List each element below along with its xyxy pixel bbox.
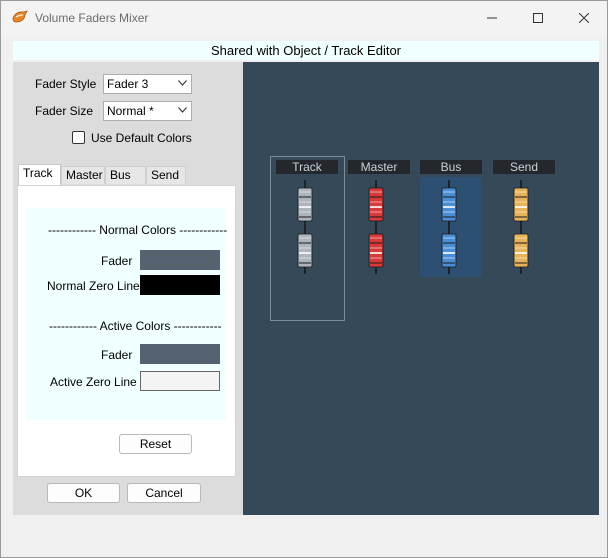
fader-knob-bottom — [441, 233, 457, 268]
active-zero-line-color-swatch[interactable] — [140, 371, 220, 391]
close-button[interactable] — [561, 1, 607, 35]
normal-zero-line-label: Normal Zero Line — [47, 279, 140, 293]
app-icon — [12, 10, 28, 23]
close-icon — [579, 13, 589, 23]
fader-knob-bottom — [513, 233, 529, 268]
mixer-window: Volume Faders Mixer Shared with Object /… — [0, 0, 608, 558]
normal-fader-label: Fader — [101, 254, 133, 268]
title-bar[interactable]: Volume Faders Mixer — [1, 1, 607, 35]
fader-preview-bus — [441, 180, 457, 274]
fader-knob-top — [441, 187, 457, 222]
group-label-track[interactable]: Track — [276, 160, 338, 174]
fader-knob-bottom — [368, 233, 384, 268]
active-fader-color-swatch[interactable] — [140, 344, 220, 364]
chevron-down-icon — [178, 80, 187, 86]
cancel-button[interactable]: Cancel — [127, 483, 201, 503]
use-default-colors-checkbox[interactable] — [72, 131, 85, 144]
fader-style-dropdown[interactable]: Fader 3 — [103, 74, 192, 94]
maximize-button[interactable] — [515, 1, 561, 35]
minimize-icon — [487, 17, 497, 19]
fader-knob-bottom — [297, 233, 313, 268]
group-label-bus[interactable]: Bus — [420, 160, 482, 174]
use-default-colors-label[interactable]: Use Default Colors — [91, 131, 192, 145]
fader-preview-track — [297, 180, 313, 274]
tab-send[interactable]: Send — [146, 166, 186, 184]
fader-preview-send — [513, 180, 529, 274]
active-fader-label: Fader — [101, 348, 133, 362]
minimize-button[interactable] — [469, 1, 515, 35]
maximize-icon — [533, 13, 543, 23]
chevron-down-icon — [178, 107, 187, 113]
normal-fader-color-swatch[interactable] — [140, 250, 220, 270]
active-zero-line-label: Active Zero Line — [50, 375, 137, 389]
normal-colors-header: ------------ Normal Colors ------------ — [48, 223, 228, 237]
window-title: Volume Faders Mixer — [35, 11, 149, 25]
fader-style-value: Fader 3 — [107, 77, 149, 91]
fader-size-value: Normal * — [107, 104, 154, 118]
reset-button[interactable]: Reset — [119, 434, 192, 454]
group-label-master[interactable]: Master — [348, 160, 410, 174]
fader-size-dropdown[interactable]: Normal * — [103, 101, 192, 121]
fader-knob-top — [368, 187, 384, 222]
tab-track[interactable]: Track — [18, 164, 61, 186]
group-label-send[interactable]: Send — [493, 160, 555, 174]
fader-knob-top — [513, 187, 529, 222]
fader-size-label: Fader Size — [35, 104, 94, 118]
normal-zero-line-color-swatch[interactable] — [140, 275, 220, 295]
fader-style-label: Fader Style — [35, 77, 97, 91]
tab-bus[interactable]: Bus — [105, 166, 146, 184]
tab-master[interactable]: Master — [61, 166, 105, 184]
shared-header: Shared with Object / Track Editor — [13, 41, 599, 60]
ok-button[interactable]: OK — [47, 483, 120, 503]
fader-preview-master — [368, 180, 384, 274]
fader-knob-top — [297, 187, 313, 222]
active-colors-header: ------------ Active Colors ------------ — [49, 319, 222, 333]
